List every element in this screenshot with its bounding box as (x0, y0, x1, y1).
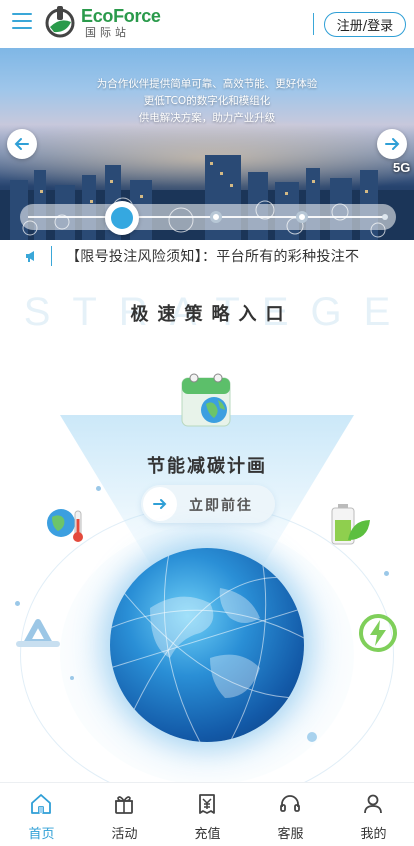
banner-slider-dot[interactable] (210, 211, 222, 223)
tab-service[interactable]: 客服 (249, 783, 332, 846)
yen-receipt-icon (199, 794, 215, 814)
banner-next-button[interactable] (377, 129, 407, 159)
menu-icon[interactable] (12, 13, 32, 33)
register-login-button[interactable]: 注册/登录 (324, 12, 406, 37)
tab-label: 客服 (277, 827, 304, 842)
notice-text: 【限号投注风险须知】：平台所有的彩种投注不 (66, 249, 360, 265)
header-divider (313, 13, 314, 35)
badge-5g: 5G (393, 160, 411, 175)
tab-label: 我的 (360, 827, 387, 842)
banner-line-2: 更低TCO的数字化和模组化 (143, 95, 271, 107)
go-now-button[interactable]: 立即前往 (141, 485, 275, 523)
bottom-tab-bar: 首页 活动 充值 客服 我的 (0, 782, 414, 846)
plan-title: 节能减碳计画 (147, 456, 267, 477)
banner-line-3: 供电解决方案，助力产业升级 (138, 112, 276, 124)
decor-dot (15, 601, 20, 606)
tab-label: 活动 (111, 827, 138, 842)
arrow-right-icon (153, 499, 167, 509)
power-logo-icon (45, 6, 75, 38)
banner-line-1: 为合作伙伴提供简单可靠、高效节能、更好体验 (96, 78, 318, 90)
header: EcoForce 国际站 注册/登录 (0, 0, 414, 48)
tab-mine[interactable]: 我的 (332, 783, 414, 846)
battery-leaf-icon (331, 504, 370, 545)
go-now-label: 立即前往 (189, 498, 253, 514)
home-icon (31, 794, 51, 814)
decor-dot (384, 571, 389, 576)
brand-subtitle: 国际站 (85, 25, 130, 39)
banner-slider-end (382, 214, 388, 220)
tab-activity[interactable]: 活动 (83, 783, 166, 846)
notice-bar[interactable]: 【限号投注风险须知】：平台所有的彩种投注不 (0, 240, 414, 272)
tab-label: 首页 (28, 827, 55, 842)
banner-slider-dot[interactable] (296, 211, 308, 223)
banner-caption: 为合作伙伴提供简单可靠、高效节能、更好体验 更低TCO的数字化和模组化 供电解决… (0, 76, 414, 127)
megaphone-icon (26, 251, 34, 262)
recycle-icon (16, 619, 60, 647)
headset-icon (280, 795, 300, 812)
globe-image (110, 548, 304, 742)
energy-bolt-icon (359, 614, 397, 652)
arrow-left-icon (14, 138, 29, 150)
banner-slider-line (28, 216, 386, 218)
earth-thermometer-icon (47, 509, 83, 542)
brand-name: EcoForce (81, 5, 161, 26)
arrow-right-icon (385, 138, 400, 150)
brand-logo[interactable]: EcoForce 国际站 (44, 5, 161, 39)
tab-recharge[interactable]: 充值 (166, 783, 249, 846)
gift-icon (115, 796, 133, 814)
tab-home[interactable]: 首页 (0, 783, 83, 846)
decor-dot (96, 486, 101, 491)
notice-divider (51, 246, 52, 266)
tab-label: 充值 (194, 827, 221, 842)
banner-prev-button[interactable] (7, 129, 37, 159)
decor-dot (307, 732, 317, 742)
section-title: 极速策略入口 (130, 304, 293, 325)
banner-slider-knob[interactable] (105, 201, 139, 235)
calendar-earth-icon (181, 373, 231, 427)
user-icon (364, 794, 382, 814)
decor-dot (70, 676, 74, 680)
